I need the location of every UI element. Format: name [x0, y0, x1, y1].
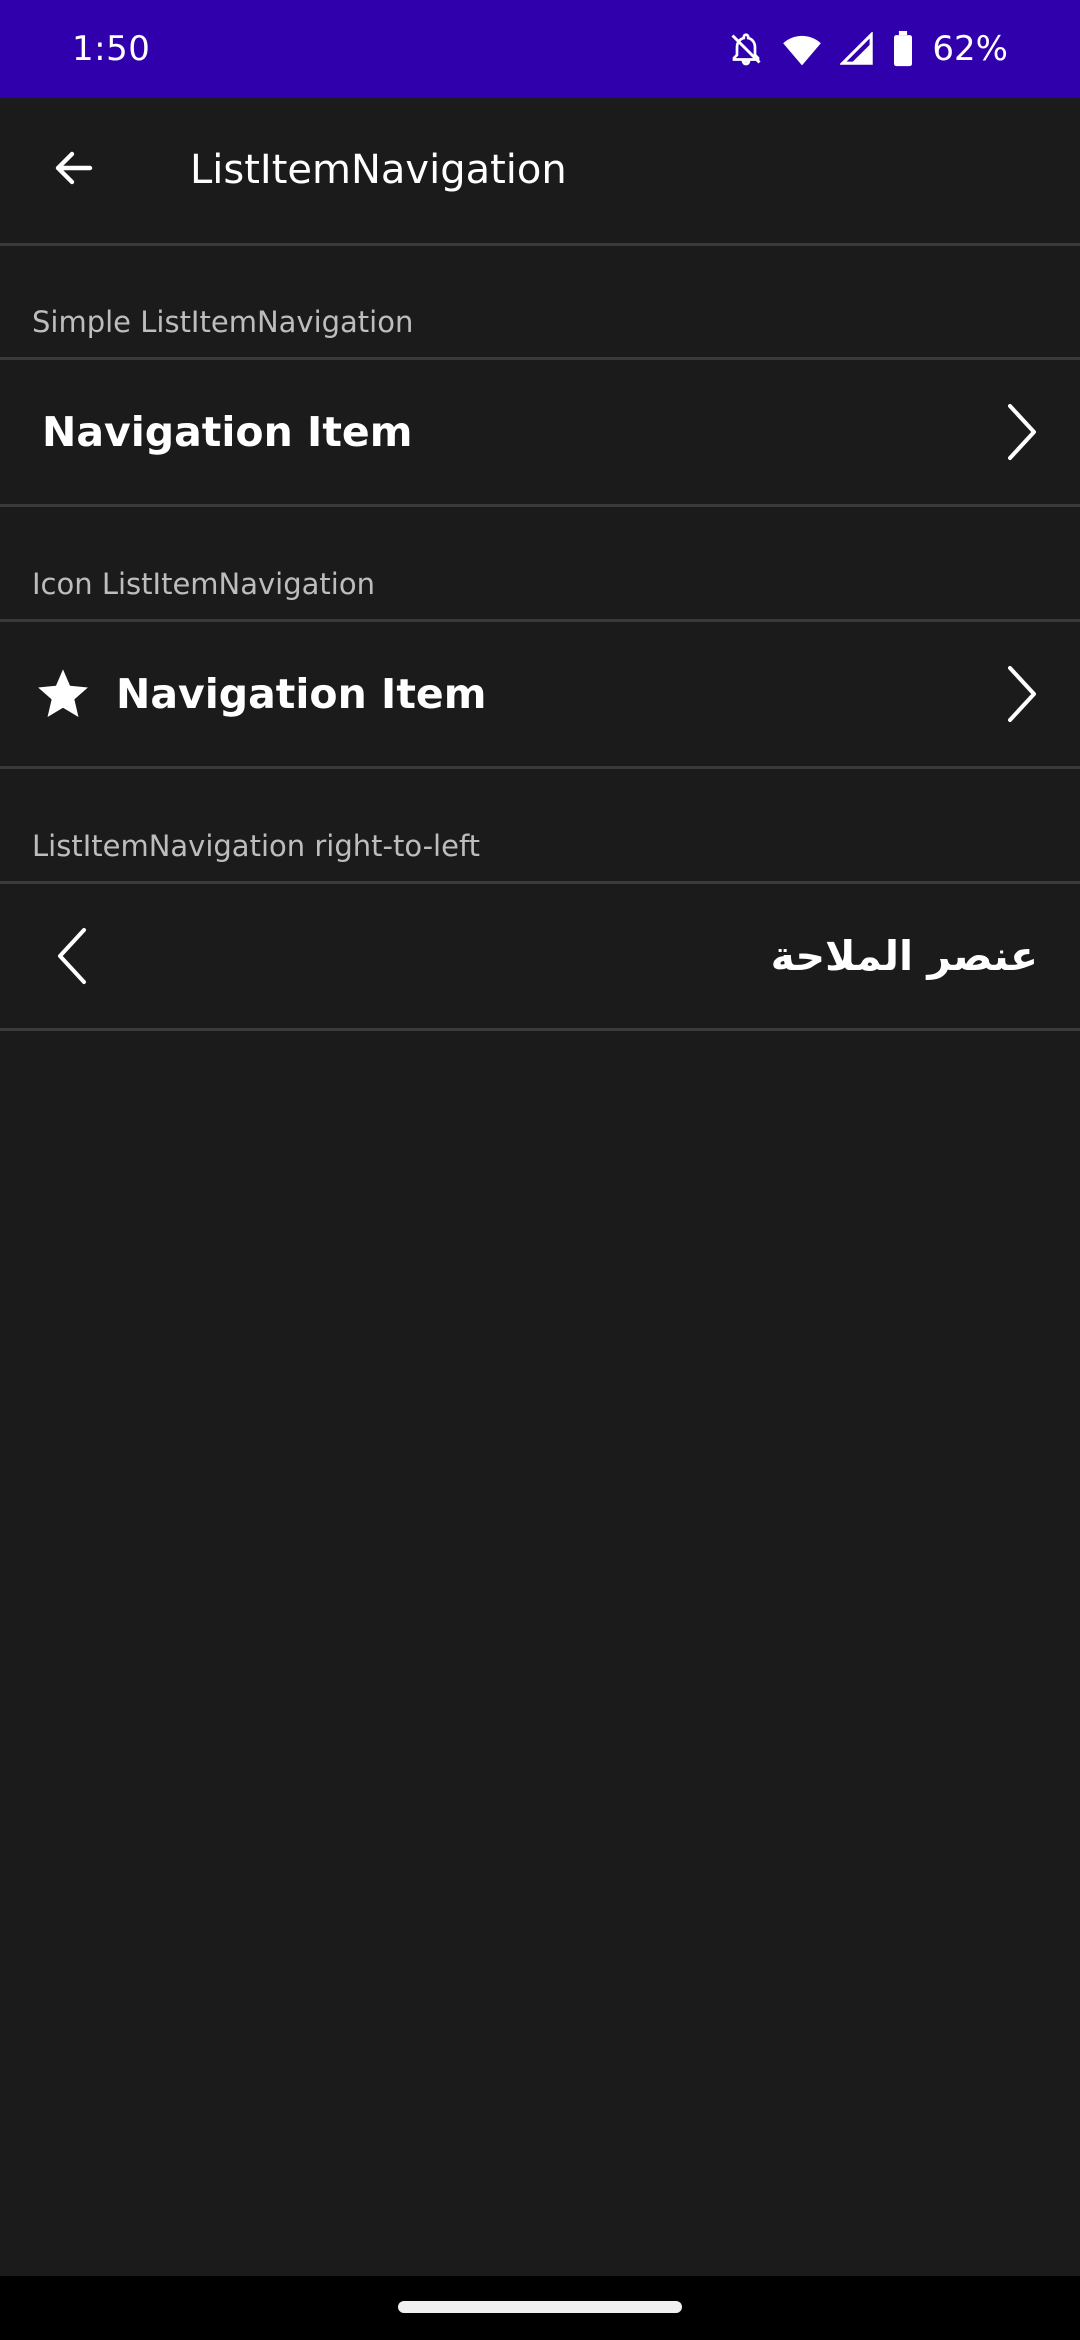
chevron-left-icon	[48, 926, 96, 986]
list-item-navigation-simple[interactable]: Navigation Item	[0, 357, 1080, 507]
status-bar: 1:50 62%	[0, 0, 1080, 98]
chevron-right-icon	[998, 664, 1046, 724]
status-icons: 62%	[728, 29, 1008, 69]
section-header-rtl: ListItemNavigation right-to-left	[32, 829, 481, 863]
list-item-navigation-icon[interactable]: Navigation Item	[0, 619, 1080, 769]
wifi-icon	[782, 31, 822, 67]
list-item-label: عنصر الملاحة	[770, 932, 1038, 980]
arrow-back-icon	[50, 144, 98, 196]
star-icon	[34, 665, 92, 723]
page-title: ListItemNavigation	[190, 147, 567, 193]
list-item-label: Navigation Item	[42, 408, 413, 456]
back-button[interactable]	[38, 128, 110, 212]
battery-percent: 62%	[932, 29, 1008, 69]
app-bar: ListItemNavigation	[0, 98, 1080, 246]
status-time: 1:50	[72, 29, 151, 69]
bell-off-icon	[728, 31, 764, 67]
signal-icon	[840, 32, 874, 66]
list-item-navigation-rtl[interactable]: عنصر الملاحة	[0, 881, 1080, 1031]
home-indicator[interactable]	[398, 2301, 682, 2313]
section-header-simple: Simple ListItemNavigation	[32, 305, 414, 339]
chevron-right-icon	[998, 402, 1046, 462]
section-header-icon: Icon ListItemNavigation	[32, 567, 375, 601]
list-item-label: Navigation Item	[116, 670, 487, 718]
battery-icon	[892, 31, 914, 67]
